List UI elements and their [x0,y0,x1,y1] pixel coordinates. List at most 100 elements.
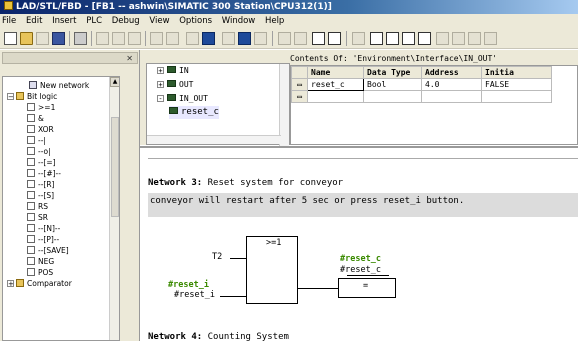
input-reset-i-symbol[interactable]: #reset_i [168,280,209,290]
catalog-item-set-coil[interactable]: --[S] [27,190,54,201]
input-reset-i-name[interactable]: #reset_i [174,290,215,300]
header-corner-cell [291,66,308,79]
neg-icon [27,257,35,265]
assign-box-icon[interactable] [418,32,431,45]
catalog-item-neg[interactable]: NEG [27,256,54,267]
network-icon[interactable] [36,32,49,45]
save-bit-icon [27,246,35,254]
menu-help[interactable]: Help [265,16,284,26]
redo-icon[interactable] [166,32,179,45]
catalog-item-midline[interactable]: --[#]-- [27,168,61,179]
open-branch-icon[interactable] [436,32,449,45]
contact-icon[interactable] [468,32,481,45]
interface-tree-item-in[interactable]: + IN [157,64,189,77]
catalog-item-xor[interactable]: XOR [27,124,54,135]
expand-icon[interactable]: + [157,67,164,75]
catalog-item-or[interactable]: >=1 [27,102,55,113]
catalog-item-bit-logic[interactable]: − Bit logic [7,91,57,102]
catalog-item-new-network[interactable]: New network [29,80,89,91]
cell-empty[interactable] [307,90,364,103]
collapse-icon[interactable]: - [157,95,164,103]
interface-tree-item-out[interactable]: + OUT [157,78,193,91]
cell-empty[interactable] [481,90,552,103]
catalog-item-assign[interactable]: --[=] [27,157,56,168]
output-reset-c-symbol[interactable]: #reset_c [340,254,381,264]
menu-plc[interactable]: PLC [86,16,102,26]
table-row[interactable]: ▭ reset_c Bool 4.0 FALSE [291,78,552,91]
column-header-name[interactable]: Name [307,66,364,79]
new-file-icon[interactable] [4,32,17,45]
catalog-item-reset-coil[interactable]: --[R] [27,179,54,190]
cell-empty[interactable] [363,90,422,103]
catalog-item-save[interactable]: --[SAVE] [27,245,69,256]
column-header-data-type[interactable]: Data Type [363,66,422,79]
toolbar-separator [272,31,273,46]
online-offline-icon[interactable] [238,32,251,45]
catalog-item-neg-edge[interactable]: --[N]-- [27,223,60,234]
column-header-address[interactable]: Address [421,66,482,79]
catalog-item-comparator[interactable]: + Comparator [7,278,72,289]
interface-pin-icon [167,66,176,73]
print-icon[interactable] [74,32,87,45]
catalog-item-negated-contact[interactable]: --o| [27,146,51,157]
close-branch-icon[interactable] [452,32,465,45]
menu-bar: File Edit Insert PLC Debug View Options … [0,14,578,29]
collapse-icon[interactable]: − [7,93,14,101]
cell-name[interactable]: reset_c [307,78,364,91]
monitor-icon[interactable] [222,32,235,45]
new-network-icon[interactable] [352,32,365,45]
copy-icon[interactable] [112,32,125,45]
undo-icon[interactable] [150,32,163,45]
end-network-icon[interactable] [294,32,307,45]
catalog-item-pos-edge[interactable]: --[P]-- [27,234,59,245]
interface-tree-hscrollbar[interactable] [147,135,281,144]
cell-data-type[interactable]: Bool [363,78,422,91]
save-icon[interactable] [52,32,65,45]
catalog-item-sr[interactable]: SR [27,212,48,223]
interface-tree-item-in-out[interactable]: - IN_OUT [157,92,208,105]
and-box-icon[interactable] [386,32,399,45]
or-box-icon[interactable] [402,32,415,45]
catalog-item-rs[interactable]: RS [27,201,48,212]
download-icon[interactable] [202,32,215,45]
network-4-header[interactable]: Network 4: Counting System [148,332,289,341]
network-3-header[interactable]: Network 3: Reset system for conveyor [148,178,343,188]
scrollbar-thumb[interactable] [111,117,119,217]
catalog-scrollbar[interactable]: ▲ [109,77,119,340]
title-bar: LAD/STL/FBD - [FB1 -- ashwin\SIMATIC 300… [0,0,578,14]
menu-debug[interactable]: Debug [112,16,140,26]
menu-window[interactable]: Window [222,16,256,26]
reset-coil-icon [27,180,35,188]
cell-empty[interactable] [421,90,482,103]
expand-icon[interactable]: + [157,81,164,89]
catalog-item-contact[interactable]: --| [27,135,46,146]
interface-tree-scrollbar[interactable] [279,64,289,146]
catalog-item-pos[interactable]: POS [27,267,53,278]
overview-icon[interactable] [312,32,325,45]
panel-close-icon[interactable]: ✕ [126,54,133,64]
diagnostics-icon[interactable] [254,32,267,45]
menu-insert[interactable]: Insert [52,16,76,26]
accessible-nodes-icon[interactable] [186,32,199,45]
insert-box-icon[interactable] [370,32,383,45]
network-3-comment[interactable]: conveyor will restart after 5 sec or pre… [148,193,578,217]
menu-file[interactable]: File [2,16,16,26]
input-t2-label[interactable]: T2 [212,252,222,262]
column-header-initial[interactable]: Initia [481,66,552,79]
scroll-up-icon[interactable]: ▲ [110,77,119,87]
catalog-item-and[interactable]: & [27,113,44,124]
menu-edit[interactable]: Edit [26,16,42,26]
cell-initial[interactable]: FALSE [481,78,552,91]
table-row-empty[interactable]: ▭ [291,90,552,103]
menu-view[interactable]: View [149,16,169,26]
interface-tree-item-reset-c[interactable]: reset_c [169,106,219,119]
menu-options[interactable]: Options [179,16,212,26]
coil-icon[interactable] [484,32,497,45]
cut-icon[interactable] [96,32,109,45]
beginning-network-icon[interactable] [278,32,291,45]
open-folder-icon[interactable] [20,32,33,45]
expand-icon[interactable]: + [7,280,14,288]
output-reset-c-name[interactable]: #reset_c [340,265,381,275]
details-icon[interactable] [328,32,341,45]
paste-icon[interactable] [128,32,141,45]
